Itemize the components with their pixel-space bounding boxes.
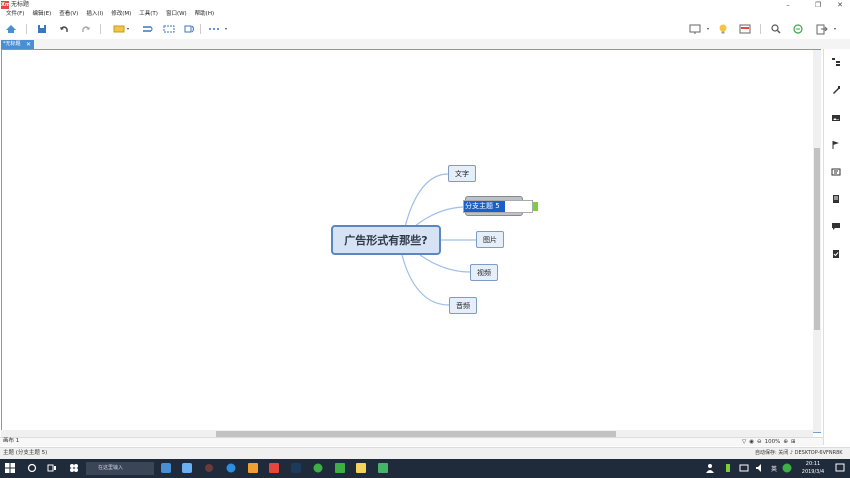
topic-image[interactable]: 图片 xyxy=(476,231,504,248)
task-icon[interactable] xyxy=(830,248,842,260)
more-icon[interactable] xyxy=(206,22,230,36)
menu-tools[interactable]: 工具(T) xyxy=(135,10,162,19)
taskbar-photoshop-icon[interactable] xyxy=(290,462,302,474)
image-icon[interactable] xyxy=(830,112,842,124)
boundary-icon[interactable] xyxy=(162,22,176,36)
tab-label: *无标题 xyxy=(3,41,21,47)
topic-style-icon[interactable] xyxy=(112,22,132,36)
clock-time: 20:11 xyxy=(805,461,821,467)
input-language[interactable]: 英 xyxy=(768,462,780,474)
tab-untitled[interactable]: *无标题 ✕ xyxy=(1,40,34,49)
network-icon[interactable] xyxy=(738,462,750,474)
status-autosave: 自动保存: 关闭 ♪ DESKTOP-6VFNR8K xyxy=(755,450,843,456)
undo-icon[interactable] xyxy=(58,22,70,36)
tab-strip xyxy=(0,39,850,49)
topic-text[interactable]: 文字 xyxy=(448,165,476,182)
taskbar-xmind-icon[interactable] xyxy=(268,462,280,474)
search-icon[interactable] xyxy=(770,22,782,36)
notification-icon[interactable] xyxy=(834,462,846,474)
relationship-icon[interactable] xyxy=(140,22,154,36)
filter-icon[interactable]: ▽ xyxy=(742,439,746,445)
menu-edit[interactable]: 编辑(E) xyxy=(28,10,55,19)
tab-close-icon[interactable]: ✕ xyxy=(26,40,31,49)
right-panel xyxy=(823,49,850,445)
redo-icon[interactable] xyxy=(80,22,92,36)
title-bar xyxy=(0,0,850,10)
flag-icon[interactable] xyxy=(830,139,842,151)
toolbar-separator xyxy=(100,24,101,34)
taskbar-app-3-icon[interactable] xyxy=(203,462,215,474)
presentation-icon[interactable] xyxy=(687,22,713,36)
vertical-scroll-thumb[interactable] xyxy=(814,148,820,330)
save-icon[interactable] xyxy=(36,22,48,36)
menu-file[interactable]: 文件(F) xyxy=(2,10,28,19)
taskbar-app-4-icon[interactable] xyxy=(225,462,237,474)
menu-help[interactable]: 帮助(H) xyxy=(191,10,218,19)
maximize-button[interactable]: ❐ xyxy=(808,0,828,10)
mindmap-root-topic[interactable]: 广告形式有那些? xyxy=(331,225,441,255)
task-view-icon[interactable] xyxy=(46,462,58,474)
share-icon[interactable] xyxy=(792,22,804,36)
volume-icon[interactable] xyxy=(754,462,766,474)
minimize-button[interactable]: – xyxy=(778,0,798,10)
taskbar-app-10-icon[interactable] xyxy=(355,462,367,474)
taskbar-app-1-icon[interactable] xyxy=(160,462,172,474)
cortana-icon[interactable] xyxy=(26,462,38,474)
menu-insert[interactable]: 插入(I) xyxy=(82,10,107,19)
menu-window[interactable]: 窗口(W) xyxy=(162,10,191,19)
format-brush-icon[interactable] xyxy=(830,84,842,96)
topic-video[interactable]: 视频 xyxy=(470,264,498,281)
menu-bar: 文件(F) 编辑(E) 查看(V) 插入(I) 修改(M) 工具(T) 窗口(W… xyxy=(0,10,850,19)
status-selection: 主题 (分支主题 5) xyxy=(3,450,48,456)
close-button[interactable]: ✕ xyxy=(830,0,850,10)
notes-icon[interactable] xyxy=(830,193,842,205)
home-icon[interactable] xyxy=(4,22,18,36)
slideshow-icon[interactable] xyxy=(738,22,752,36)
zoom-controls: ▽ ◉ ⊖ 100% ⊕ ⊞ xyxy=(742,437,796,446)
toolbar-separator xyxy=(200,24,201,34)
windows-start-icon[interactable] xyxy=(4,462,16,474)
clock-date: 2019/3/4 xyxy=(801,469,825,475)
taskbar-app-9-icon[interactable] xyxy=(334,462,346,474)
sheet-tab[interactable]: 画布 1 xyxy=(3,437,19,446)
zoom-in-button[interactable]: ⊕ xyxy=(783,439,788,445)
eye-icon[interactable]: ◉ xyxy=(749,439,754,445)
outline-icon[interactable] xyxy=(830,56,842,68)
taskbar-app-2-icon[interactable] xyxy=(181,462,193,474)
fit-icon[interactable]: ⊞ xyxy=(791,439,796,445)
battery-icon[interactable] xyxy=(722,462,734,474)
taskbar-clock[interactable]: 20:11 2019/3/4 xyxy=(796,460,830,476)
comment-icon[interactable] xyxy=(830,220,842,232)
people-icon[interactable] xyxy=(704,462,716,474)
wechat-tray-icon[interactable] xyxy=(781,462,793,474)
taskbar-app-5-icon[interactable] xyxy=(247,462,259,474)
app-logo: Xm xyxy=(1,1,11,9)
summary-icon[interactable] xyxy=(183,22,197,36)
toolbar-separator xyxy=(26,24,27,34)
status-bar xyxy=(0,447,850,459)
menu-modify[interactable]: 修改(M) xyxy=(107,10,135,19)
add-topic-handle[interactable] xyxy=(533,202,538,211)
taskbar-app-11-icon[interactable] xyxy=(377,462,389,474)
window-title: 无标题 xyxy=(11,1,30,8)
app-cluster-icon[interactable] xyxy=(68,462,80,474)
sheet-bar xyxy=(0,437,823,446)
zoom-level: 100% xyxy=(764,438,781,445)
topic-edit-selection[interactable]: 分支主题 5 xyxy=(464,201,505,212)
toolbar-separator xyxy=(760,24,761,34)
idea-bulb-icon[interactable] xyxy=(717,22,729,36)
menu-view[interactable]: 查看(V) xyxy=(55,10,82,19)
topic-audio[interactable]: 音频 xyxy=(449,297,477,314)
export-icon[interactable] xyxy=(814,22,840,36)
text-icon[interactable] xyxy=(830,166,842,178)
taskbar-search-input[interactable]: 在这里输入 xyxy=(86,462,154,475)
zoom-out-button[interactable]: ⊖ xyxy=(757,439,762,445)
taskbar-wechat-icon[interactable] xyxy=(312,462,324,474)
